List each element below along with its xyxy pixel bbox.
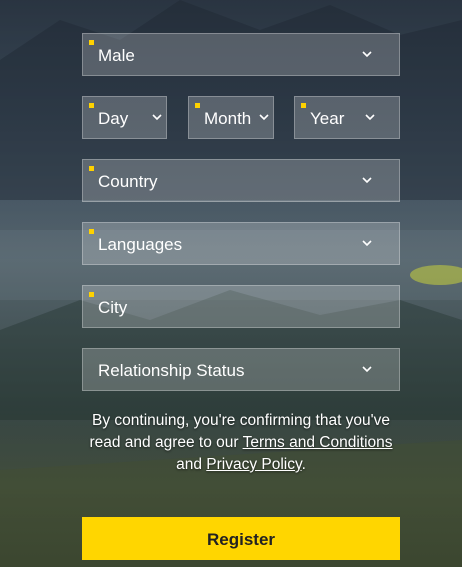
background-landscape xyxy=(0,0,462,567)
month-select[interactable]: Month xyxy=(188,96,274,139)
required-marker xyxy=(301,103,306,108)
required-marker xyxy=(89,103,94,108)
chevron-down-icon xyxy=(257,110,271,124)
relationship-status-select[interactable]: Relationship Status xyxy=(82,348,400,391)
terms-and-text: and xyxy=(176,456,202,473)
gender-value: Male xyxy=(98,46,135,65)
terms-notice: By continuing, you're confirming that yo… xyxy=(82,410,400,476)
chevron-down-icon xyxy=(360,47,374,61)
privacy-policy-link[interactable]: Privacy Policy xyxy=(206,456,301,473)
chevron-down-icon xyxy=(360,362,374,376)
chevron-down-icon xyxy=(150,110,164,124)
required-marker xyxy=(195,103,200,108)
country-select[interactable]: Country xyxy=(82,159,400,202)
required-marker xyxy=(89,166,94,171)
day-select[interactable]: Day xyxy=(82,96,167,139)
required-marker xyxy=(89,292,94,297)
country-value: Country xyxy=(98,172,158,191)
required-marker xyxy=(89,40,94,45)
chevron-down-icon xyxy=(363,110,377,124)
register-button[interactable]: Register xyxy=(82,517,400,560)
terms-and-conditions-link[interactable]: Terms and Conditions xyxy=(243,434,393,451)
city-placeholder: City xyxy=(98,298,128,317)
gender-select[interactable]: Male xyxy=(82,33,400,76)
required-marker xyxy=(89,229,94,234)
languages-select[interactable]: Languages xyxy=(82,222,400,265)
year-select[interactable]: Year xyxy=(294,96,400,139)
relationship-status-value: Relationship Status xyxy=(98,361,245,380)
chevron-down-icon xyxy=(360,236,374,250)
month-value: Month xyxy=(204,109,252,128)
year-value: Year xyxy=(310,109,345,128)
day-value: Day xyxy=(98,109,129,128)
city-input[interactable]: City xyxy=(82,285,400,328)
chevron-down-icon xyxy=(360,173,374,187)
terms-suffix: . xyxy=(301,456,306,473)
languages-value: Languages xyxy=(98,235,183,254)
